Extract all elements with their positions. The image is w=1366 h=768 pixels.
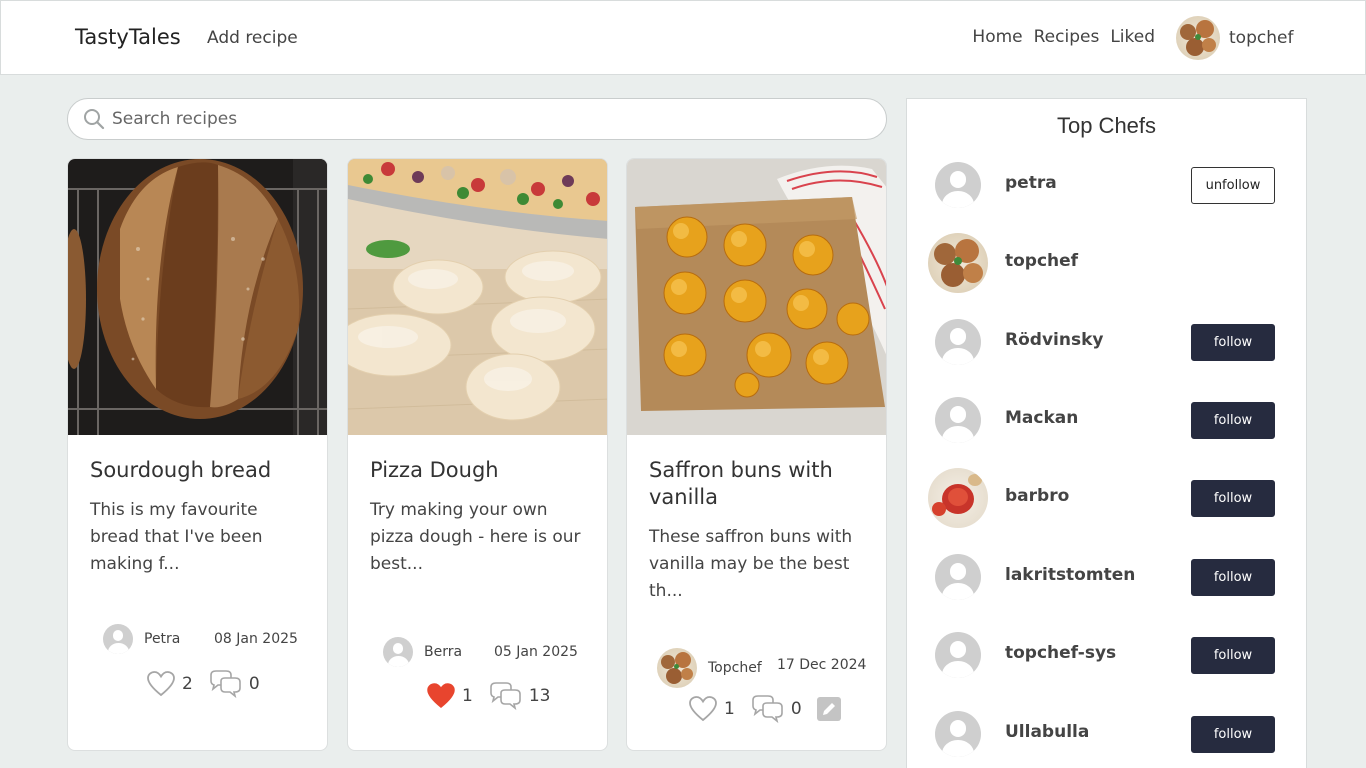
- recipe-excerpt: Try making your own pizza dough - here i…: [370, 500, 581, 574]
- chef-item[interactable]: Ullabulla follow: [927, 703, 1291, 765]
- recipe-photo[interactable]: [68, 159, 327, 435]
- nav-home[interactable]: Home: [972, 27, 1022, 47]
- nav-liked[interactable]: Liked: [1110, 27, 1155, 47]
- chef-avatar: [935, 397, 981, 443]
- chef-name[interactable]: barbro: [1005, 486, 1069, 506]
- search-input[interactable]: [112, 105, 852, 133]
- follow-button[interactable]: follow: [1191, 480, 1275, 517]
- recipe-meta: Petra 08 Jan 2025: [68, 621, 327, 657]
- chef-item[interactable]: barbro follow: [927, 467, 1291, 529]
- navbar: TastyTales Add recipe Home Recipes Liked…: [0, 0, 1366, 75]
- like-count: 1: [462, 686, 473, 706]
- comment-count: 0: [790, 699, 802, 719]
- chef-item[interactable]: lakritstomten follow: [927, 546, 1291, 608]
- comment-count: 0: [248, 674, 260, 694]
- chef-avatar: [928, 468, 988, 528]
- top-chefs-panel: Top Chefs petra unfollow topchef Rödvins…: [906, 98, 1307, 768]
- recipe-author[interactable]: Petra: [103, 624, 180, 654]
- like-count: 2: [182, 674, 193, 694]
- search-bar: [67, 98, 887, 140]
- recipe-title[interactable]: Sourdough bread: [90, 457, 310, 484]
- chef-avatar: [935, 632, 981, 678]
- recipe-excerpt: These saffron buns with vanilla may be t…: [649, 527, 853, 601]
- nav-user-menu[interactable]: topchef: [1176, 16, 1293, 60]
- chef-name[interactable]: Mackan: [1005, 408, 1078, 428]
- nav-recipes[interactable]: Recipes: [1034, 27, 1100, 47]
- chef-avatar: [928, 233, 988, 293]
- user-avatar: [1176, 16, 1220, 60]
- author-avatar: [657, 648, 697, 688]
- heart-filled-icon[interactable]: [426, 682, 456, 710]
- follow-button[interactable]: follow: [1191, 324, 1275, 361]
- recipe-meta: Berra 05 Jan 2025: [348, 634, 607, 670]
- recipe-stats: 1 13: [426, 681, 564, 711]
- chef-name[interactable]: topchef-sys: [1005, 643, 1116, 663]
- follow-button[interactable]: follow: [1191, 637, 1275, 674]
- recipe-title[interactable]: Saffron buns with vanilla: [649, 457, 869, 511]
- recipe-stats: 1 0: [688, 694, 842, 724]
- chef-avatar: [935, 319, 981, 365]
- recipe-photo[interactable]: [348, 159, 607, 435]
- recipe-stats: 2 0: [146, 669, 274, 699]
- author-name: Petra: [144, 631, 181, 647]
- recipe-author[interactable]: Berra: [383, 637, 462, 667]
- recipe-author[interactable]: Topchef: [657, 648, 762, 688]
- comments-icon[interactable]: [207, 669, 243, 699]
- recipe-card[interactable]: Saffron buns with vanilla These saffron …: [626, 158, 887, 751]
- heart-outline-icon[interactable]: [688, 695, 718, 723]
- chef-item[interactable]: topchef: [927, 232, 1291, 294]
- chef-name[interactable]: Rödvinsky: [1005, 330, 1103, 350]
- chef-item[interactable]: Rödvinsky follow: [927, 311, 1291, 373]
- chef-name[interactable]: Ullabulla: [1005, 722, 1089, 742]
- recipe-photo[interactable]: [627, 159, 886, 435]
- chef-item[interactable]: Mackan follow: [927, 389, 1291, 451]
- chef-avatar: [935, 162, 981, 208]
- author-avatar: [383, 637, 413, 667]
- comments-icon[interactable]: [749, 694, 785, 724]
- search-icon: [84, 109, 105, 130]
- edit-icon[interactable]: [816, 696, 842, 722]
- author-avatar: [103, 624, 133, 654]
- comment-count: 13: [528, 686, 551, 706]
- heart-outline-icon[interactable]: [146, 670, 176, 698]
- follow-button[interactable]: follow: [1191, 559, 1275, 596]
- nav-add-recipe[interactable]: Add recipe: [207, 28, 298, 48]
- recipe-date: 08 Jan 2025: [214, 631, 298, 647]
- comments-icon[interactable]: [487, 681, 523, 711]
- chef-name[interactable]: lakritstomten: [1005, 565, 1135, 585]
- recipe-title[interactable]: Pizza Dough: [370, 457, 590, 484]
- recipe-meta: Topchef 17 Dec 2024: [627, 648, 886, 688]
- top-chefs-title: Top Chefs: [1056, 113, 1157, 138]
- chef-name[interactable]: petra: [1005, 173, 1057, 193]
- chef-name[interactable]: topchef: [1005, 251, 1078, 271]
- like-count: 1: [724, 699, 735, 719]
- author-name: Berra: [424, 644, 463, 660]
- user-name: topchef: [1229, 28, 1294, 48]
- recipe-excerpt: This is my favourite bread that I've bee…: [90, 500, 263, 574]
- chef-item[interactable]: topchef-sys follow: [927, 624, 1291, 686]
- follow-button[interactable]: follow: [1191, 716, 1275, 753]
- recipe-date: 05 Jan 2025: [494, 644, 578, 660]
- chef-item[interactable]: petra unfollow: [927, 154, 1291, 216]
- recipe-card[interactable]: Pizza Dough Try making your own pizza do…: [347, 158, 608, 751]
- recipe-card[interactable]: Sourdough bread This is my favourite bre…: [67, 158, 328, 751]
- chef-avatar: [935, 711, 981, 757]
- follow-button[interactable]: follow: [1191, 402, 1275, 439]
- brand-logo[interactable]: TastyTales: [75, 25, 181, 49]
- recipe-date: 17 Dec 2024: [777, 657, 867, 673]
- chef-avatar: [935, 554, 981, 600]
- nav-links: Home Recipes Liked: [972, 27, 1155, 47]
- unfollow-button[interactable]: unfollow: [1191, 167, 1275, 204]
- author-name: Topchef: [708, 660, 762, 676]
